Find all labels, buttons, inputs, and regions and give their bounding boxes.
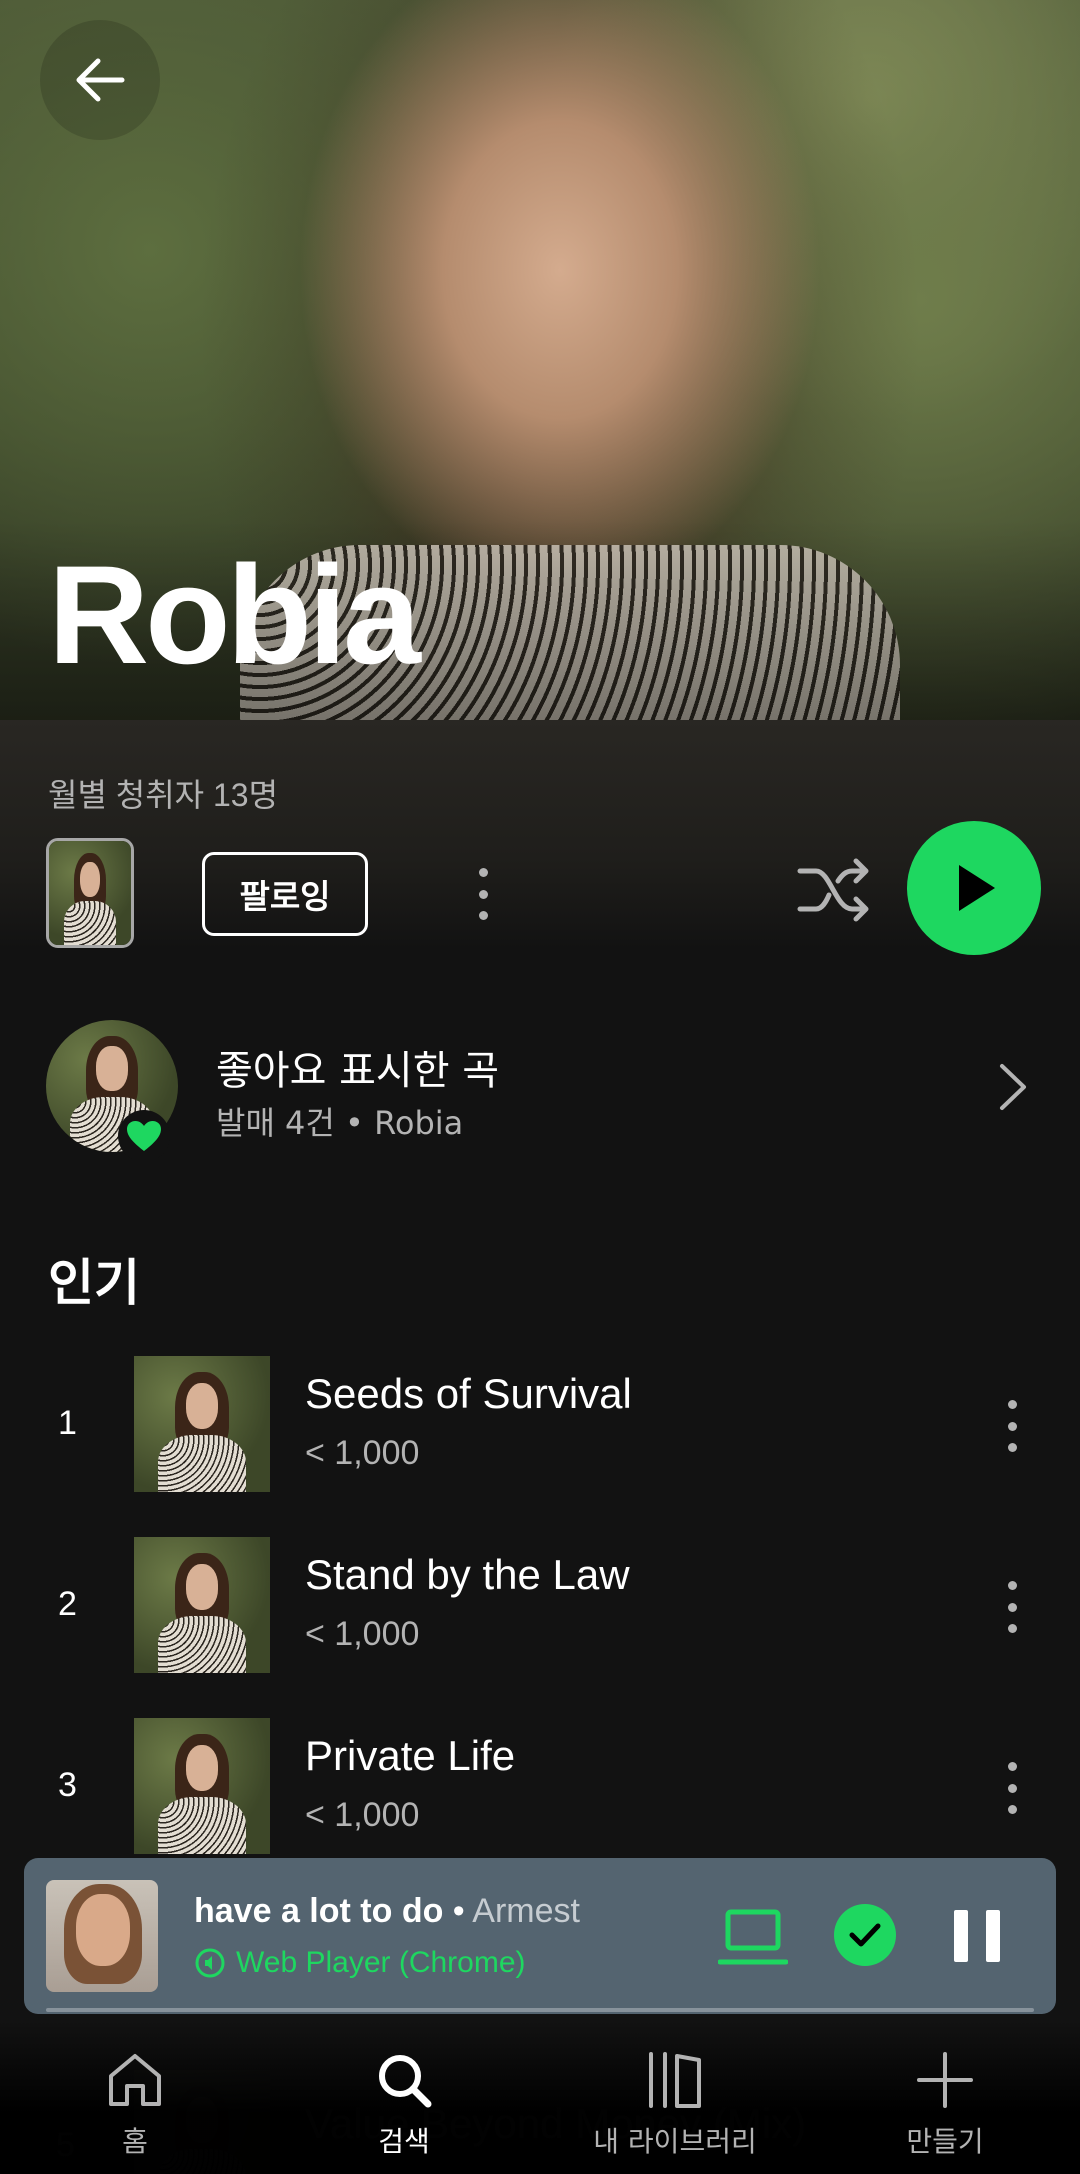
more-options-icon[interactable] [1000,1577,1024,1637]
device-label: Web Player (Chrome) [236,1946,526,1979]
track-row[interactable]: 1 Seeds of Survival < 1,000 [0,1356,1080,1496]
track-number: 3 [58,1766,77,1804]
track-title: Seeds of Survival [305,1370,632,1417]
track-artwork [134,1356,270,1492]
follow-button[interactable]: 팔로잉 [202,852,368,936]
nav-create[interactable]: 만들기 [835,2050,1055,2160]
liked-songs-subtitle: 발매 4건 • Robia [216,1104,464,1142]
track-number: 2 [58,1585,77,1623]
more-options-icon[interactable] [1000,1396,1024,1456]
bottom-navigation: 홈 검색 내 라이브러리 만들기 [0,2020,1080,2174]
nav-library-label: 내 라이브러리 [593,2125,757,2158]
nav-search-label: 검색 [378,2125,430,2158]
liked-songs-title: 좋아요 표시한 곡 [216,1048,500,1094]
now-playing-separator: • [443,1892,473,1930]
saved-check-button[interactable] [834,1904,896,1966]
track-plays: < 1,000 [305,1615,420,1653]
more-options-icon[interactable] [1000,1758,1024,1818]
track-artwork [134,1718,270,1854]
now-playing-title-line: have a lot to do • Armest [194,1892,580,1931]
search-icon [379,2055,432,2108]
now-playing-artwork [46,1880,158,1992]
liked-songs-row[interactable]: 좋아요 표시한 곡 발매 4건 • Robia [0,1010,1080,1162]
now-playing-bar[interactable]: have a lot to do • Armest Web Player (Ch… [24,1858,1056,2014]
connect-device-icon[interactable] [718,1908,788,1968]
nav-home-label: 홈 [122,2125,148,2158]
now-playing-device: Web Player (Chrome) [194,1946,526,1980]
arrow-left-icon [76,58,125,102]
plus-icon [917,2052,973,2108]
track-plays: < 1,000 [305,1434,420,1472]
track-title: Private Life [305,1732,516,1779]
play-icon [959,865,995,911]
heart-icon [127,1121,161,1151]
chevron-right-icon [1000,1064,1026,1110]
track-title: Stand by the Law [305,1551,630,1598]
artist-thumbnail[interactable] [46,838,134,948]
more-options-icon[interactable] [462,862,504,926]
nav-search[interactable]: 검색 [294,2050,514,2160]
shuffle-button[interactable] [794,855,874,925]
speaker-icon [195,1948,225,1978]
artist-name: Robia [48,536,421,693]
monthly-listeners: 월별 청취자 13명 [48,777,279,813]
nav-library[interactable]: 내 라이브러리 [565,2050,785,2160]
nav-home[interactable]: 홈 [25,2050,245,2160]
heart-badge [118,1110,170,1162]
track-plays: < 1,000 [305,1796,420,1834]
home-icon [109,2054,161,2106]
back-button[interactable] [40,20,160,140]
check-icon [849,1923,881,1947]
now-playing-title: have a lot to do [194,1892,444,1930]
now-playing-artist: Armest [472,1892,580,1930]
nav-create-label: 만들기 [906,2125,984,2158]
pause-icon[interactable] [954,1910,1000,1962]
track-artwork [134,1537,270,1673]
shuffle-icon [797,858,869,922]
popular-section-title: 인기 [48,1254,140,1312]
playback-progress [46,2008,1034,2012]
library-icon [649,2052,701,2108]
track-number: 1 [58,1404,77,1442]
play-button[interactable] [907,821,1041,955]
track-row[interactable]: 3 Private Life < 1,000 [0,1718,1080,1858]
track-row[interactable]: 2 Stand by the Law < 1,000 [0,1537,1080,1677]
